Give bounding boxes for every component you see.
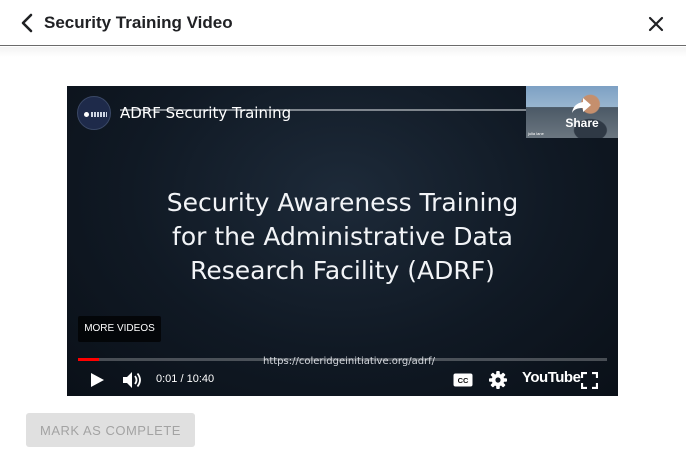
youtube-logo[interactable]: YouTube — [522, 369, 581, 386]
mark-as-complete-button[interactable]: MARK AS COMPLETE — [26, 413, 195, 447]
video-player[interactable]: ADRF Security Training julia lane Share … — [67, 86, 618, 396]
progress-fill — [78, 358, 100, 361]
slide-line-2: for the Administrative Data — [172, 222, 513, 251]
share-label: Share — [565, 116, 599, 130]
close-icon[interactable] — [648, 16, 664, 32]
dialog-header: Security Training Video — [0, 0, 686, 46]
share-arrow-icon — [572, 98, 591, 113]
presenter-caption: julia lane — [528, 131, 544, 136]
video-title[interactable]: ADRF Security Training — [120, 104, 291, 122]
closed-captions-icon[interactable]: CC — [453, 373, 473, 387]
slide-line-3: Research Facility (ADRF) — [190, 256, 495, 285]
more-videos-button[interactable]: MORE VIDEOS — [78, 316, 161, 342]
volume-icon[interactable] — [122, 371, 144, 389]
channel-logo[interactable] — [77, 96, 111, 130]
slide-line-1: Security Awareness Training — [166, 188, 519, 217]
fullscreen-icon[interactable] — [581, 372, 598, 389]
player-controls: 0:01 / 10:40 CC YouTube — [67, 364, 618, 396]
progress-bar[interactable] — [78, 358, 607, 361]
time-display: 0:01 / 10:40 — [156, 373, 215, 385]
gear-icon[interactable] — [488, 370, 508, 390]
chevron-left-icon[interactable] — [18, 12, 38, 34]
play-icon[interactable] — [89, 372, 105, 388]
share-button[interactable]: Share — [562, 96, 602, 130]
page-title: Security Training Video — [44, 13, 233, 32]
header-shadow — [0, 47, 686, 57]
slide-text: Security Awareness Training for the Admi… — [67, 186, 618, 288]
svg-text:CC: CC — [458, 376, 469, 385]
